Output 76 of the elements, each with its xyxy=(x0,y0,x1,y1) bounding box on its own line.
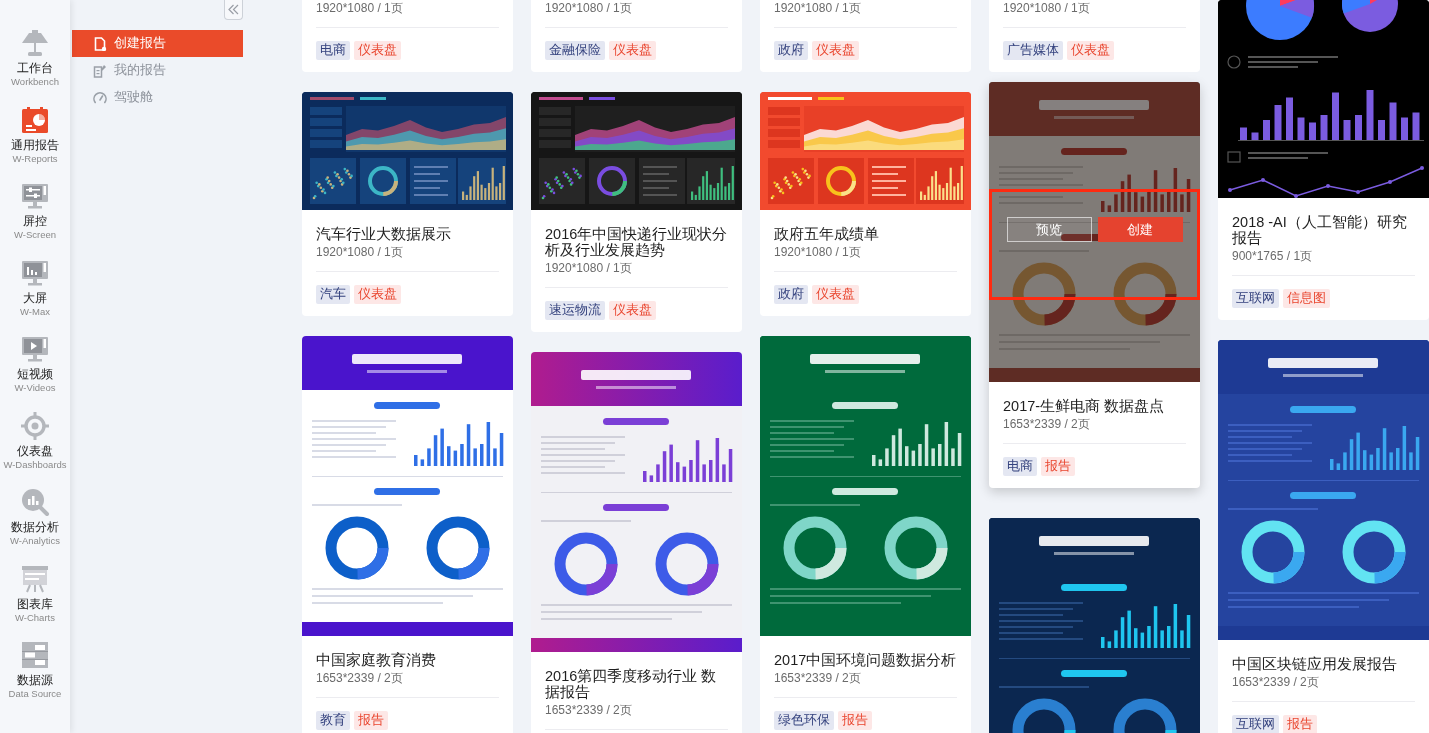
size-pages-text: 1920*1080 / 1页 xyxy=(545,260,633,276)
card-title: 中国区块链应用发展报告 xyxy=(1232,656,1398,672)
size-pages-text: 1653*2339 / 2页 xyxy=(774,670,862,686)
category-tag: 电商 xyxy=(316,41,350,60)
template-card[interactable]: 1920*1080 / 1页 广告媒体 仪表盘 xyxy=(989,0,1200,72)
submenu-item[interactable]: 创建报告 xyxy=(72,30,243,57)
template-card[interactable]: 2017中国环境问题数据分析 1653*2339 / 2页 绿色环保 报告 xyxy=(760,336,971,733)
category-tag: 政府 xyxy=(774,41,808,60)
size-pages-text: 1920*1080 / 1页 xyxy=(316,244,404,260)
template-card[interactable]: 2016第四季度移动行业 数据报告 1653*2339 / 2页 xyxy=(531,352,742,733)
category-tag: 互联网 xyxy=(1232,715,1279,733)
category-tag: 政府 xyxy=(774,285,808,304)
type-tag: 报告 xyxy=(1283,715,1317,733)
card-title: 2016第四季度移动行业 数据报告 xyxy=(545,668,718,700)
size-pages-text: 1653*2339 / 2页 xyxy=(1003,416,1091,432)
type-tag: 仪表盘 xyxy=(354,285,401,304)
create-button[interactable]: 创建 xyxy=(1097,217,1183,242)
type-tag: 仪表盘 xyxy=(812,285,859,304)
template-card[interactable]: 政府五年成绩单 1920*1080 / 1页 政府 仪表盘 xyxy=(760,92,971,316)
card-title: 2016年中国快递行业现状分析及行业发展趋势 xyxy=(545,226,728,258)
nav-item[interactable]: 大屏 W-Max xyxy=(0,257,70,318)
type-tag: 报告 xyxy=(354,711,388,730)
size-pages-text: 1653*2339 / 2页 xyxy=(545,702,633,718)
card-title: 2018 -AI（人工智能）研究报告 xyxy=(1232,214,1408,246)
type-tag: 报告 xyxy=(1041,457,1075,476)
type-tag: 仪表盘 xyxy=(609,41,656,60)
category-tag: 绿色环保 xyxy=(774,711,834,730)
size-pages-text: 1920*1080 / 1页 xyxy=(1003,0,1091,16)
nav-item[interactable]: 屏控 W-Screen xyxy=(0,181,70,241)
card-title: 中国家庭教育消费 xyxy=(316,652,437,668)
card-title: 2017-生鲜电商 数据盘点 xyxy=(1003,398,1166,414)
template-card[interactable]: 1920*1080 / 1页 政府 仪表盘 xyxy=(760,0,971,72)
nav-item[interactable]: 数据源 Data Source xyxy=(0,640,70,700)
template-card[interactable]: 预览 创建 2017-生鲜电商 数据盘点 1653*2339 / 2页 电商 报告 xyxy=(989,82,1200,488)
double-chevron-icon xyxy=(228,4,239,15)
type-tag: 仪表盘 xyxy=(812,41,859,60)
size-pages-text: 1920*1080 / 1页 xyxy=(316,0,404,16)
category-tag: 互联网 xyxy=(1232,289,1279,308)
category-tag: 电商 xyxy=(1003,457,1037,476)
size-pages-text: 1653*2339 / 2页 xyxy=(1232,674,1320,690)
card-title: 政府五年成绩单 xyxy=(774,226,880,242)
category-tag: 教育 xyxy=(316,711,350,730)
size-pages-text: 1920*1080 / 1页 xyxy=(774,0,862,16)
nav-item[interactable]: 数据分析 W-Analytics xyxy=(0,487,70,547)
card-title: 2017中国环境问题数据分析 xyxy=(774,652,957,668)
card-title: 汽车行业大数据展示 xyxy=(316,226,452,242)
size-pages-text: 900*1765 / 1页 xyxy=(1232,248,1314,264)
template-card[interactable]: 中国家庭教育消费 1653*2339 / 2页 教育 报告 xyxy=(302,336,513,733)
template-card[interactable]: 2018 -AI（人工智能）研究报告 900*1765 / 1页 互联网 信息图 xyxy=(1218,0,1429,320)
category-tag: 金融保险 xyxy=(545,41,605,60)
nav-item[interactable]: 仪表盘 W-Dashboards xyxy=(0,410,70,471)
size-pages-text: 1920*1080 / 1页 xyxy=(545,0,633,16)
nav-item[interactable]: 工作台 Workbench xyxy=(0,28,70,88)
nav-item[interactable]: 图表库 W-Charts xyxy=(0,563,70,624)
type-tag: 信息图 xyxy=(1283,289,1330,308)
size-pages-text: 1920*1080 / 1页 xyxy=(774,244,862,260)
template-card[interactable]: 1920*1080 / 1页 电商 仪表盘 xyxy=(302,0,513,72)
size-pages-text: 1653*2339 / 2页 xyxy=(316,670,404,686)
document-pen-icon xyxy=(93,63,107,78)
nav-item[interactable]: 通用报告 W-Reports xyxy=(0,104,70,165)
preview-button[interactable]: 预览 xyxy=(1006,217,1092,242)
nav-item[interactable]: 短视频 W-Videos xyxy=(0,334,70,394)
type-tag: 仪表盘 xyxy=(609,301,656,320)
template-card[interactable]: 2016年中国快递行业现状分析及行业发展趋势 1920*1080 / 1页 速运物流 仪表盘 xyxy=(531,92,742,332)
collapse-button[interactable] xyxy=(224,0,243,20)
category-tag: 速运物流 xyxy=(545,301,605,320)
template-card[interactable]: 1920*1080 / 1页 金融保险 仪表盘 xyxy=(531,0,742,72)
type-tag: 仪表盘 xyxy=(1067,41,1114,60)
type-tag: 仪表盘 xyxy=(354,41,401,60)
type-tag: 报告 xyxy=(838,711,872,730)
category-tag: 广告媒体 xyxy=(1003,41,1063,60)
template-card[interactable]: 汽车行业大数据展示 1920*1080 / 1页 汽车 仪表盘 xyxy=(302,92,513,316)
gauge-icon xyxy=(93,90,107,105)
category-tag: 汽车 xyxy=(316,285,350,304)
template-card[interactable]: 中国区块链应用发展报告 1653*2339 / 2页 互联网 报告 xyxy=(1218,340,1429,733)
document-plus-icon xyxy=(93,36,107,51)
